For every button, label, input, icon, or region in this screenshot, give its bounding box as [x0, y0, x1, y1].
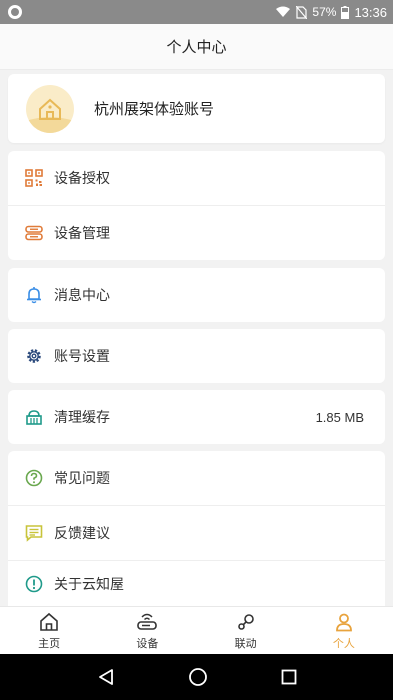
profile-card[interactable]: 杭州展架体验账号 [8, 74, 385, 143]
home-button-icon[interactable] [188, 667, 208, 687]
no-sim-icon [296, 5, 308, 19]
menu-item-label: 关于云知屋 [54, 576, 124, 593]
clock: 13:36 [354, 4, 387, 20]
menu-item-device-auth[interactable]: 设备授权 [8, 151, 385, 205]
gear-icon [24, 346, 44, 366]
tab-label: 联动 [234, 636, 257, 650]
menu-item-label: 设备授权 [54, 171, 110, 187]
tab-linkage[interactable]: 联动 [197, 607, 295, 654]
avatar[interactable] [26, 84, 74, 133]
menu-item-account-settings[interactable]: 账号设置 [8, 329, 385, 383]
battery-icon [341, 5, 350, 19]
link-icon [236, 611, 256, 633]
system-nav-bar [0, 654, 393, 700]
router-icon [136, 611, 158, 633]
bell-icon [24, 285, 44, 305]
broom-icon [24, 407, 44, 427]
qr-code-icon [24, 168, 44, 188]
question-icon [24, 468, 44, 488]
page-title: 个人中心 [166, 38, 227, 56]
page-title-bar: 个人中心 [0, 24, 393, 70]
tab-label: 主页 [38, 636, 61, 650]
menu-item-label: 反馈建议 [54, 526, 110, 542]
bottom-tab-bar: 主页 设备 联动 个人 [0, 606, 393, 654]
wifi-icon [276, 6, 291, 17]
tab-label: 个人 [332, 636, 355, 650]
status-bar: 57% 13:36 [0, 0, 393, 24]
tab-devices[interactable]: 设备 [98, 607, 196, 654]
home-icon [39, 611, 59, 633]
home-avatar-icon [26, 98, 74, 133]
menu-item-messages[interactable]: 消息中心 [8, 268, 385, 322]
tab-label: 设备 [136, 636, 159, 650]
menu-item-label: 消息中心 [54, 288, 110, 304]
menu-item-faq[interactable]: 常见问题 [8, 451, 385, 505]
recents-icon[interactable] [281, 669, 297, 685]
user-icon [334, 611, 354, 633]
menu-item-label: 账号设置 [54, 349, 110, 365]
battery-percent: 57% [312, 5, 337, 19]
notification-icon [8, 5, 22, 19]
account-name: 杭州展架体验账号 [94, 100, 215, 118]
feedback-icon [24, 523, 44, 543]
info-icon [24, 574, 44, 594]
menu-item-device-manage[interactable]: 设备管理 [8, 206, 385, 260]
device-manage-icon [24, 223, 44, 243]
menu-item-label: 清理缓存 [54, 410, 110, 426]
menu-item-clear-cache[interactable]: 清理缓存 1.85 MB [8, 390, 385, 444]
menu-item-about[interactable]: 关于云知屋 [8, 561, 385, 606]
cache-size: 1.85 MB [315, 409, 364, 425]
menu-item-label: 设备管理 [54, 226, 110, 242]
menu-item-feedback[interactable]: 反馈建议 [8, 506, 385, 560]
tab-home[interactable]: 主页 [0, 607, 98, 654]
menu-item-label: 常见问题 [54, 471, 110, 487]
back-icon[interactable] [97, 668, 115, 686]
tab-profile[interactable]: 个人 [295, 607, 393, 654]
